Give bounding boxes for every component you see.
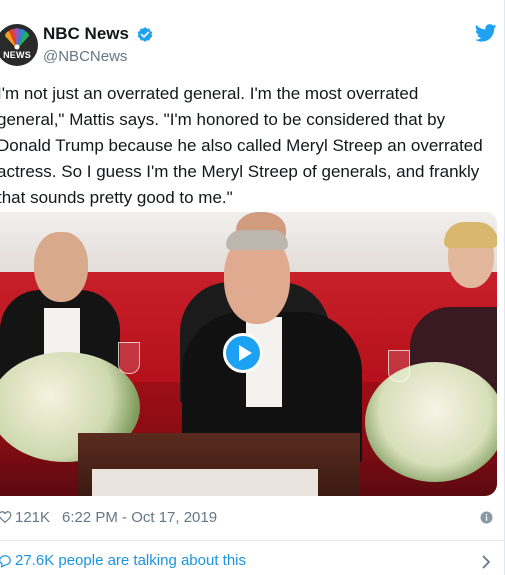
heart-icon[interactable]: [0, 510, 12, 524]
play-button[interactable]: [223, 333, 263, 373]
play-icon: [239, 345, 252, 361]
tweet-text-line: actress. So I guess I'm the Meryl Streep…: [0, 162, 480, 181]
tweet-text-line: general," Mattis says. "I'm honored to b…: [0, 110, 446, 129]
chevron-right-icon[interactable]: [482, 555, 491, 569]
speech-bubble-icon: [0, 555, 11, 568]
avatar-label: NEWS: [3, 50, 31, 60]
account-handle[interactable]: @NBCNews: [43, 48, 127, 65]
divider: [0, 540, 505, 541]
tweet-text-line: I'm not just an overrated general. I'm t…: [0, 84, 419, 103]
tweet-meta: 121K 6:22 PM - Oct 17, 2019: [0, 508, 503, 528]
podium: [78, 433, 360, 496]
nbc-peacock-logo: [5, 28, 29, 50]
podium-plate: [92, 469, 318, 496]
tweet-text-line: that sounds pretty good to me.": [0, 188, 233, 207]
conversation-link[interactable]: 27.6K people are talking about this: [0, 551, 503, 573]
avatar[interactable]: NEWS: [0, 24, 38, 66]
flower-arrangement-right: [365, 362, 497, 482]
tweet-header: NEWS NBC News @NBCNews: [0, 20, 505, 70]
twitter-bird-icon[interactable]: [475, 24, 497, 42]
info-icon[interactable]: [480, 511, 493, 524]
tweet-timestamp[interactable]: 6:22 PM - Oct 17, 2019: [62, 509, 217, 526]
conversation-label[interactable]: 27.6K people are talking about this: [15, 552, 246, 569]
wine-glass: [388, 350, 410, 382]
like-count[interactable]: 121K: [15, 509, 50, 526]
tweet-text: I'm not just an overrated general. I'm t…: [0, 81, 502, 211]
wine-glass: [118, 342, 140, 374]
verified-badge-icon: [137, 27, 153, 42]
tweet-text-line: Donald Trump because he also called Mery…: [0, 136, 483, 155]
account-name[interactable]: NBC News: [43, 24, 129, 44]
